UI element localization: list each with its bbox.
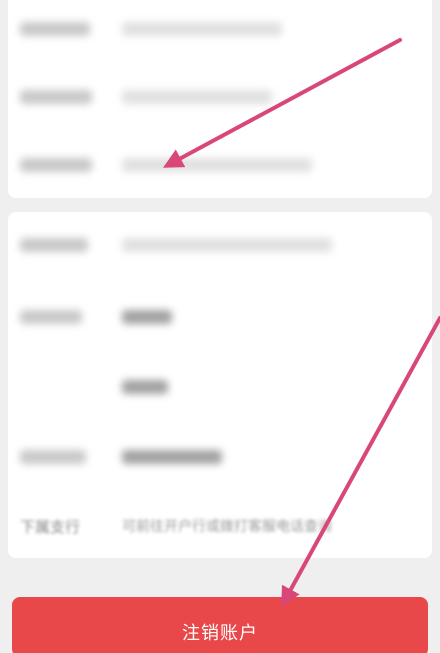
bank-info-card: 下属支行 可前往开户行或拨打客服电话查询 bbox=[8, 212, 432, 558]
row-value bbox=[122, 158, 312, 172]
row-value bbox=[122, 450, 222, 464]
row-value bbox=[122, 380, 168, 394]
row-label bbox=[20, 310, 82, 324]
row-label bbox=[20, 22, 90, 36]
info-row bbox=[8, 10, 432, 50]
account-info-card bbox=[8, 0, 432, 198]
row-label bbox=[20, 90, 92, 104]
branch-label: 下属支行 bbox=[20, 518, 81, 536]
info-row bbox=[8, 438, 432, 478]
row-value bbox=[122, 90, 272, 104]
row-value bbox=[122, 22, 282, 36]
info-row bbox=[8, 226, 432, 266]
info-row bbox=[8, 368, 432, 408]
branch-value: 可前往开户行或拨打客服电话查询 bbox=[122, 519, 332, 535]
info-row bbox=[8, 298, 432, 338]
row-label bbox=[20, 450, 86, 464]
branch-row: 下属支行 可前往开户行或拨打客服电话查询 bbox=[8, 508, 432, 548]
row-label bbox=[20, 158, 92, 172]
cancel-account-button[interactable]: 注销账户 bbox=[12, 597, 428, 653]
row-value bbox=[122, 238, 332, 252]
info-row bbox=[8, 78, 432, 118]
row-label bbox=[20, 238, 88, 252]
account-detail-screen: 下属支行 可前往开户行或拨打客服电话查询 注销账户 bbox=[0, 0, 440, 653]
row-value bbox=[122, 310, 172, 324]
info-row bbox=[8, 146, 432, 186]
